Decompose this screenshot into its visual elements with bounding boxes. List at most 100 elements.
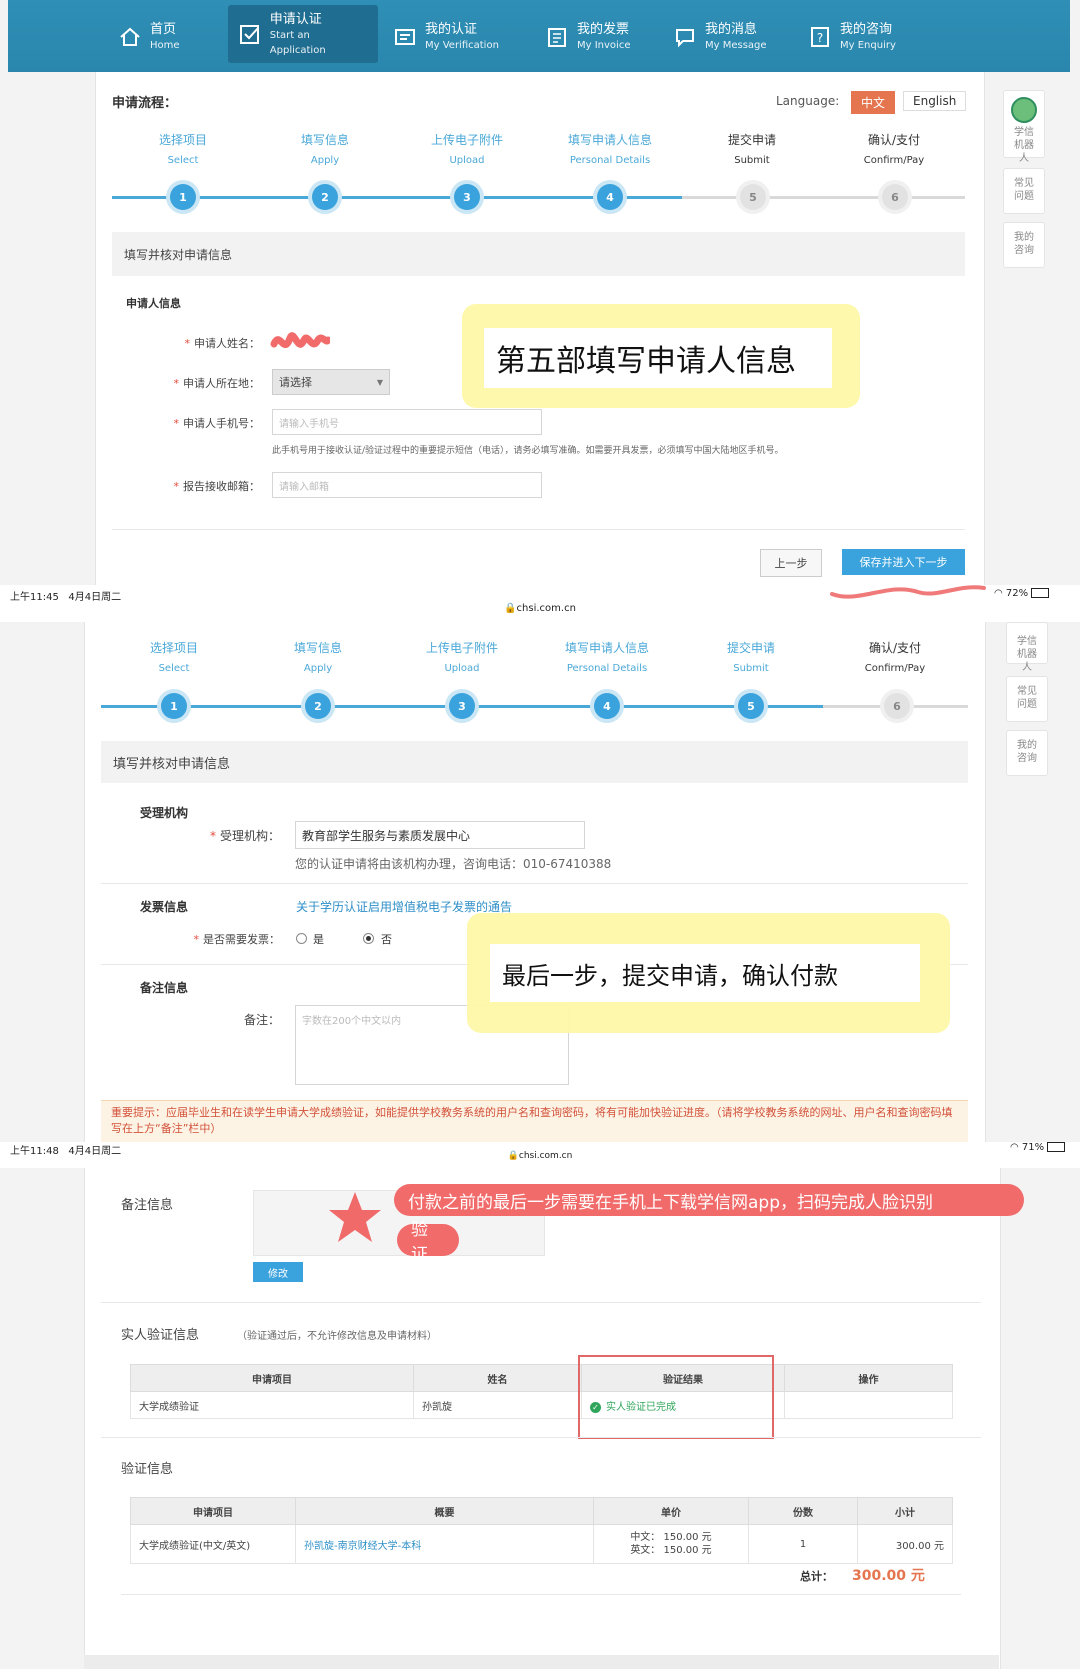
nav-my-verification[interactable]: 我的认证 My Verification	[393, 12, 499, 62]
location-label: * 申请人所在地：	[173, 377, 261, 390]
agency-label: * 受理机构：	[209, 829, 280, 843]
remark-label: 备注：	[243, 1013, 280, 1027]
price-en: 英文： 150.00 元	[630, 1545, 712, 1556]
nav-home-en: Home	[150, 40, 180, 51]
col-header: 姓名	[413, 1364, 582, 1392]
sidebar-enquiry-label: 我的咨询	[1014, 232, 1034, 256]
lang-zh-button[interactable]: 中文	[851, 91, 896, 114]
battery-icon	[1031, 588, 1050, 598]
progress-track-todo	[682, 196, 965, 199]
step2-apply: 填写信息 Apply	[293, 641, 342, 674]
sidebar-robot[interactable]: 学信机器人	[1003, 90, 1045, 164]
redacted-name-scribble	[270, 326, 332, 362]
sidebar-enquiry-2[interactable]: 我的咨询	[1006, 730, 1048, 776]
step-apply: 填写信息 Apply	[300, 133, 349, 166]
total-value: 300.00 元	[852, 1568, 925, 1584]
step2-dot-5: 5	[738, 693, 764, 719]
sidebar-enquiry[interactable]: 我的咨询	[1003, 222, 1045, 268]
status-battery: ◠ 72%	[994, 588, 1050, 599]
nav-my-invoice[interactable]: 我的发票 My Invoice	[545, 12, 630, 62]
sidebar-robot-label: 学信机器人	[1014, 127, 1034, 164]
agency-hint: 您的认证申请将由该机构办理，咨询电话：010-67410388	[295, 857, 612, 871]
star-icon	[325, 1188, 385, 1252]
status-time: 上午11:45 4月4日周二	[10, 592, 122, 603]
sidebar-faq-label: 常见问题	[1014, 178, 1034, 202]
nav-enquiry-en: My Enquiry	[840, 40, 896, 51]
step2-dot-1: 1	[161, 693, 187, 719]
process-title: 申请流程：	[112, 96, 178, 111]
verify-title: 验证信息	[121, 1462, 174, 1477]
prev-step-button[interactable]: 上一步	[760, 549, 822, 577]
checkbox-icon	[238, 22, 262, 46]
location-select-value: 请选择	[279, 376, 312, 389]
step2-dot-6: 6	[884, 693, 910, 719]
table-header-row: 申请项目 姓名 验证结果 操作	[130, 1364, 953, 1392]
wifi-icon-2: ◠	[1010, 1142, 1019, 1153]
step2-dot-3: 3	[449, 693, 475, 719]
col-header: 操作	[784, 1364, 953, 1392]
invoice-label: * 是否需要发票：	[193, 933, 281, 946]
section-header: 填写并核对申请信息	[112, 232, 965, 276]
step-select: 选择项目 Select	[158, 133, 207, 166]
red-underline-scribble	[828, 578, 988, 606]
sidebar-faq-label-2: 常见问题	[1017, 686, 1037, 710]
cell-subtotal: 300.00 元	[857, 1524, 953, 1564]
total-label: 总计：	[800, 1570, 833, 1583]
phone-input[interactable]: 请输入手机号	[272, 409, 542, 435]
name-label: * 申请人姓名：	[184, 337, 261, 350]
annotation-face-verify-line2: 验证。	[397, 1220, 459, 1265]
p3-remark-title: 备注信息	[121, 1198, 174, 1213]
home-icon	[118, 25, 142, 49]
nav-invoice-label: 我的发票	[577, 22, 630, 37]
phone-hint: 此手机号用于接收认证/验证过程中的重要提示短信（电话），请务必填写准确。如需要开…	[272, 446, 784, 456]
nav-invoice-en: My Invoice	[577, 40, 631, 51]
annotation-face-verify-line1: 付款之前的最后一步需要在手机上下载学信网app，扫码完成人脸识别	[394, 1184, 1024, 1216]
modify-button[interactable]: 修改	[253, 1262, 303, 1282]
nav-my-enquiry[interactable]: ? 我的咨询 My Enquiry	[808, 12, 896, 62]
table-header-row: 申请项目 概要 单价 份数 小计	[130, 1497, 953, 1525]
invoice-title: 发票信息	[140, 900, 189, 914]
divider-3b	[101, 1437, 981, 1438]
location-select[interactable]: 请选择 ▼	[272, 369, 390, 395]
step-dot-6: 6	[882, 184, 908, 210]
divider-3c	[121, 1594, 961, 1595]
nav-home-label: 首页	[150, 22, 177, 37]
nav-verification-en: My Verification	[425, 40, 499, 51]
sidebar-faq-2[interactable]: 常见问题	[1006, 676, 1048, 722]
cell-qty: 1	[748, 1524, 858, 1564]
invoice-yes-radio[interactable]	[296, 933, 307, 944]
url-bar[interactable]: 🔒chsi.com.cn	[0, 603, 1080, 614]
nav-start-application[interactable]: 申请认证 Start an Application	[228, 5, 378, 63]
battery-icon-2	[1047, 1142, 1066, 1152]
email-input[interactable]: 请输入邮箱	[272, 472, 542, 498]
lock-icon: 🔒	[504, 603, 517, 614]
invoice-no-radio[interactable]	[363, 933, 374, 944]
bottom-bar	[84, 1655, 999, 1669]
annotation-redbox	[578, 1355, 774, 1439]
sidebar-enquiry-label-2: 我的咨询	[1017, 740, 1037, 764]
divider-2a	[101, 883, 968, 884]
nav-start-en: Start an Application	[269, 29, 326, 56]
robot-icon	[1011, 97, 1037, 123]
applicant-title: 申请人信息	[126, 297, 181, 310]
col-header: 申请项目	[130, 1364, 414, 1392]
nav-my-message[interactable]: 我的消息 My Message	[673, 12, 767, 62]
top-navigation: 首页 Home 申请认证 Start an Application 我的认证 My V…	[8, 0, 1070, 72]
sidebar-robot-2[interactable]: 学信机器人	[1006, 622, 1048, 673]
step-upload: 上传电子附件 Upload	[430, 133, 503, 166]
nav-home[interactable]: 首页 Home	[118, 12, 180, 62]
lang-en-button[interactable]: English	[903, 91, 967, 111]
col-header: 单价	[593, 1497, 749, 1525]
section-header-2: 填写并核对申请信息	[101, 741, 968, 783]
save-next-button[interactable]: 保存并进入下一步	[842, 549, 965, 575]
agency-input[interactable]: 教育部学生服务与素质发展中心	[295, 821, 585, 849]
wifi-icon: ◠	[994, 588, 1003, 599]
sidebar-faq[interactable]: 常见问题	[1003, 168, 1045, 214]
step2-dot-2: 2	[305, 693, 331, 719]
language-label: Language:	[776, 94, 840, 108]
url-bar-2[interactable]: 🔒chsi.com.cn	[0, 1151, 1080, 1161]
nav-enquiry-label: 我的咨询	[840, 22, 893, 37]
realname-table: 申请项目 姓名 验证结果 操作 大学成绩验证 孙凯旋 ✓ 实人验证已完成	[130, 1364, 953, 1419]
cell-summary: 孙凯旋-南京财经大学-本科	[295, 1524, 594, 1564]
invoice-yes-label: 是	[313, 933, 324, 946]
